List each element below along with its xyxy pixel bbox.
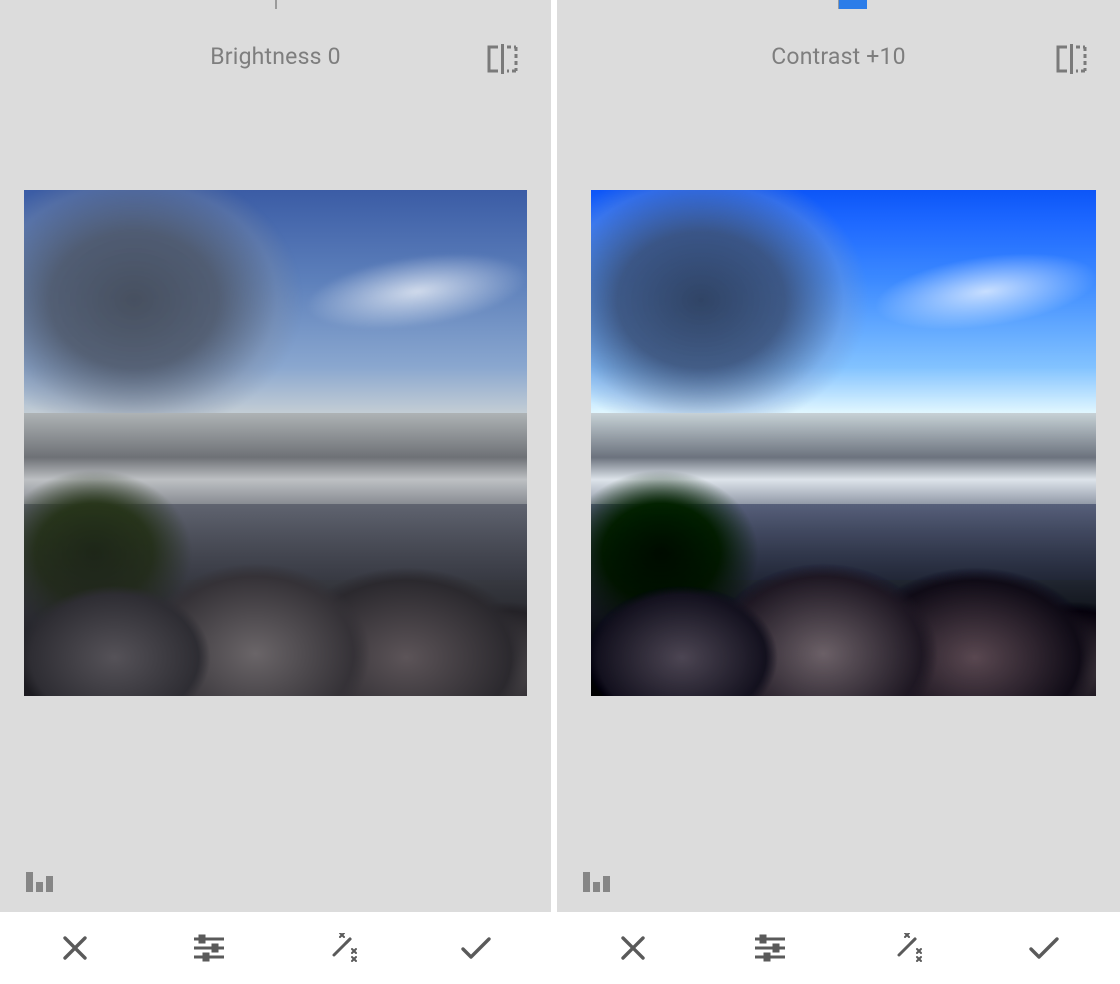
- bottom-toolbar: [557, 912, 1120, 984]
- compare-icon[interactable]: [485, 44, 521, 74]
- header-row: Contrast +10: [557, 0, 1120, 100]
- canvas-area[interactable]: [557, 100, 1120, 984]
- adjustment-label: Contrast +10: [771, 43, 906, 70]
- bottom-toolbar: [0, 912, 551, 984]
- cancel-button[interactable]: [598, 913, 668, 983]
- compare-icon[interactable]: [1054, 44, 1090, 74]
- cancel-button[interactable]: [40, 913, 110, 983]
- histogram-icon[interactable]: [583, 868, 617, 892]
- canvas-area[interactable]: [0, 100, 551, 984]
- apply-button[interactable]: [441, 913, 511, 983]
- tune-button[interactable]: [735, 913, 805, 983]
- auto-fix-button[interactable]: [307, 913, 377, 983]
- apply-button[interactable]: [1009, 913, 1079, 983]
- photo-preview[interactable]: [591, 190, 1096, 696]
- photo-preview[interactable]: [24, 190, 527, 696]
- header-row: Brightness 0: [0, 0, 551, 100]
- editor-pane-right: Contrast +10: [557, 0, 1120, 984]
- tune-button[interactable]: [174, 913, 244, 983]
- adjustment-label: Brightness 0: [210, 43, 341, 70]
- auto-fix-button[interactable]: [872, 913, 942, 983]
- editor-pane-left: Brightness 0: [0, 0, 557, 984]
- histogram-icon[interactable]: [26, 868, 60, 892]
